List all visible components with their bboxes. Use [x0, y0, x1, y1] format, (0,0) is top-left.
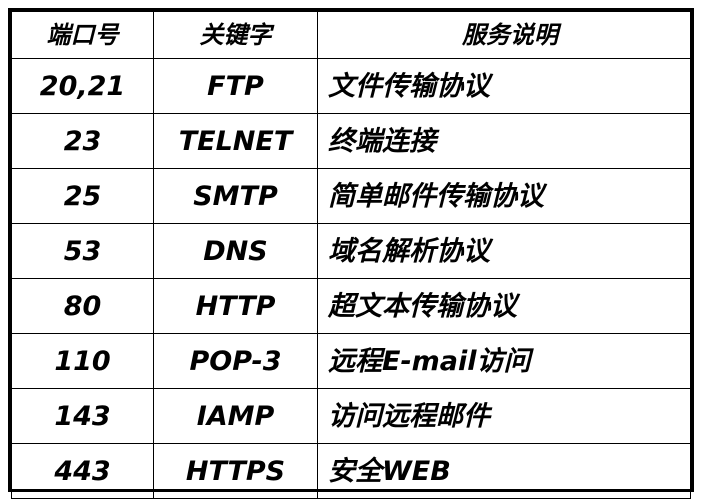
cell-port: 20,21 — [11, 58, 154, 114]
cell-description: 域名解析协议 — [317, 223, 691, 279]
cell-keyword: DNS — [153, 223, 318, 279]
cell-keyword: HTTPS — [153, 443, 318, 499]
table-row: 53 DNS 域名解析协议 — [11, 223, 691, 279]
header-description: 服务说明 — [317, 11, 691, 59]
table-row: 110 POP-3 远程E-mail访问 — [11, 333, 691, 389]
cell-description: 访问远程邮件 — [317, 388, 691, 444]
header-port: 端口号 — [11, 11, 154, 59]
cell-port: 80 — [11, 278, 154, 334]
table-row: 23 TELNET 终端连接 — [11, 113, 691, 169]
table-row: 80 HTTP 超文本传输协议 — [11, 278, 691, 334]
cell-description: 安全WEB — [317, 443, 691, 499]
cell-keyword: FTP — [153, 58, 318, 114]
cell-description: 简单邮件传输协议 — [317, 168, 691, 224]
cell-description: 终端连接 — [317, 113, 691, 169]
table-header-row: 端口号 关键字 服务说明 — [11, 11, 691, 59]
cell-keyword: IAMP — [153, 388, 318, 444]
port-table-container: 端口号 关键字 服务说明 20,21 FTP 文件传输协议 23 TELNET … — [8, 8, 694, 499]
cell-port: 23 — [11, 113, 154, 169]
cell-keyword: SMTP — [153, 168, 318, 224]
table-row: 143 IAMP 访问远程邮件 — [11, 388, 691, 444]
cell-description: 文件传输协议 — [317, 58, 691, 114]
header-keyword: 关键字 — [153, 11, 318, 59]
cell-port: 25 — [11, 168, 154, 224]
cell-keyword: POP-3 — [153, 333, 318, 389]
cell-port: 53 — [11, 223, 154, 279]
table-row: 20,21 FTP 文件传输协议 — [11, 58, 691, 114]
port-service-table: 端口号 关键字 服务说明 20,21 FTP 文件传输协议 23 TELNET … — [11, 11, 691, 499]
cell-port: 110 — [11, 333, 154, 389]
cell-description: 远程E-mail访问 — [317, 333, 691, 389]
cell-port: 443 — [11, 443, 154, 499]
table-row: 25 SMTP 简单邮件传输协议 — [11, 168, 691, 224]
cell-description: 超文本传输协议 — [317, 278, 691, 334]
cell-keyword: TELNET — [153, 113, 318, 169]
table-row: 443 HTTPS 安全WEB — [11, 443, 691, 499]
cell-keyword: HTTP — [153, 278, 318, 334]
cell-port: 143 — [11, 388, 154, 444]
